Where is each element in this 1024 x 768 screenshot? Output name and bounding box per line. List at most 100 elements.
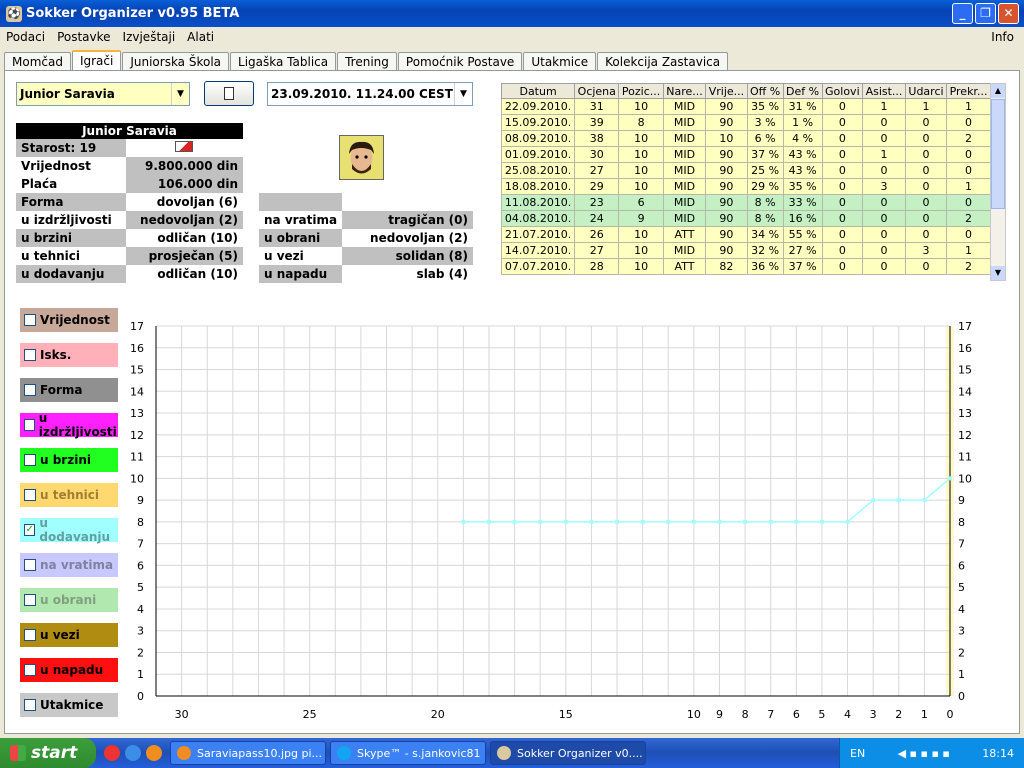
tab-kolekcija-zastavica[interactable]: Kolekcija Zastavica bbox=[597, 52, 729, 71]
ie-icon[interactable] bbox=[125, 745, 141, 761]
column-header[interactable]: Golovi bbox=[821, 83, 864, 99]
table-row[interactable]: 11.08.2010. 23 6 MID 90 8 % 33 % 0 0 0 0 bbox=[500, 194, 991, 211]
y-tick-label-left: 17 bbox=[130, 320, 144, 333]
tray-icons[interactable]: ◀ ▪ ▪ ▪ ▪ bbox=[898, 747, 950, 760]
tab-momcad[interactable]: Momčad bbox=[4, 52, 71, 71]
column-header[interactable]: Pozic... bbox=[618, 83, 664, 99]
table-cell: 04.08.2010. bbox=[500, 210, 576, 227]
close-button[interactable]: ✕ bbox=[998, 3, 1019, 24]
tab-juniorska-skola[interactable]: Juniorska Škola bbox=[122, 52, 230, 71]
skill-value: solidan (8) bbox=[342, 247, 473, 265]
column-header[interactable]: Nare... bbox=[662, 83, 707, 99]
checkbox-icon[interactable] bbox=[24, 664, 36, 676]
legend-toggle[interactable]: Isks. bbox=[20, 343, 118, 367]
legend-toggle[interactable]: na vratima bbox=[20, 553, 118, 577]
column-header[interactable]: Prekr... bbox=[946, 83, 991, 99]
table-row[interactable]: 04.08.2010. 24 9 MID 90 8 % 16 % 0 0 0 2 bbox=[500, 210, 991, 227]
data-point bbox=[896, 498, 901, 503]
y-tick-label-left: 4 bbox=[137, 603, 144, 616]
scroll-up-arrow-icon[interactable]: ▲ bbox=[991, 84, 1005, 98]
checkbox-icon[interactable] bbox=[24, 559, 36, 571]
history-scrollbar[interactable]: ▲ ▼ bbox=[990, 83, 1006, 281]
table-row[interactable]: 08.09.2010. 38 10 MID 10 6 % 4 % 0 0 0 2 bbox=[500, 130, 991, 147]
table-cell: 31 bbox=[574, 98, 620, 115]
player-select-value: Junior Saravia bbox=[20, 87, 115, 101]
column-header[interactable]: Udarci bbox=[904, 83, 948, 99]
checkbox-icon[interactable] bbox=[24, 594, 36, 606]
table-cell: 34 % bbox=[746, 226, 784, 243]
table-row[interactable]: 22.09.2010. 31 10 MID 90 35 % 31 % 0 1 1 1 bbox=[500, 98, 991, 115]
task-skype[interactable]: Skype™ - s.jankovic81 bbox=[330, 741, 486, 765]
y-tick-label-left: 16 bbox=[130, 342, 144, 355]
tab-pomocnik-postave[interactable]: Pomoćnik Postave bbox=[397, 52, 523, 71]
copy-button[interactable] bbox=[204, 81, 254, 106]
legend-toggle[interactable]: u obrani bbox=[20, 588, 118, 612]
table-row[interactable]: 18.08.2010. 29 10 MID 90 29 % 35 % 0 3 0 1 bbox=[500, 178, 991, 195]
data-point bbox=[486, 519, 491, 524]
legend-label: Isks. bbox=[40, 348, 72, 362]
column-header[interactable]: Off % bbox=[746, 83, 784, 99]
legend-toggle[interactable]: u izdržljivosti bbox=[20, 411, 118, 439]
task-firefox[interactable]: Saraviapass10.jpg pi... bbox=[170, 741, 326, 765]
checkbox-icon[interactable] bbox=[24, 454, 36, 466]
start-button[interactable]: start bbox=[0, 738, 96, 768]
legend-toggle[interactable]: Forma bbox=[20, 378, 118, 402]
scroll-thumb[interactable] bbox=[991, 99, 1005, 209]
checkbox-icon[interactable]: ✓ bbox=[24, 524, 36, 536]
minimize-button[interactable]: _ bbox=[952, 3, 973, 24]
column-header[interactable]: Datum bbox=[500, 83, 576, 99]
tab-utakmice[interactable]: Utakmice bbox=[523, 52, 597, 71]
y-tick-label-left: 13 bbox=[130, 407, 144, 420]
checkbox-icon[interactable] bbox=[24, 314, 36, 326]
checkbox-icon[interactable] bbox=[24, 699, 36, 711]
table-cell: 1 % bbox=[782, 114, 823, 131]
column-header[interactable]: Def % bbox=[782, 83, 823, 99]
menu-postavke[interactable]: Postavke bbox=[51, 30, 116, 44]
table-cell: 6 % bbox=[746, 130, 784, 147]
checkbox-icon[interactable] bbox=[24, 629, 36, 641]
legend-toggle[interactable]: ✓ u dodavanju bbox=[20, 516, 118, 544]
menu-podaci[interactable]: Podaci bbox=[0, 30, 51, 44]
menu-bar: Podaci Postavke Izvještaji Alati Info bbox=[0, 27, 1024, 47]
chevron-down-icon[interactable]: ▼ bbox=[171, 83, 189, 105]
tab-trening[interactable]: Trening bbox=[337, 52, 397, 71]
tab-ligaska-tablica[interactable]: Ligaška Tablica bbox=[230, 52, 337, 71]
player-select[interactable]: Junior Saravia ▼ bbox=[16, 82, 190, 106]
menu-info[interactable]: Info bbox=[985, 30, 1020, 44]
table-cell: 27 % bbox=[782, 242, 823, 259]
date-select[interactable]: 23.09.2010. 11.24.00 CEST ▼ bbox=[267, 82, 473, 106]
checkbox-icon[interactable] bbox=[24, 349, 36, 361]
checkbox-icon[interactable] bbox=[24, 419, 35, 431]
firefox-icon[interactable] bbox=[146, 745, 162, 761]
chrome-icon[interactable] bbox=[104, 745, 120, 761]
checkbox-icon[interactable] bbox=[24, 384, 36, 396]
legend-label: Vrijednost bbox=[40, 313, 110, 327]
menu-izvjestaji[interactable]: Izvještaji bbox=[117, 30, 182, 44]
scroll-down-arrow-icon[interactable]: ▼ bbox=[991, 266, 1005, 280]
legend-toggle[interactable]: u tehnici bbox=[20, 483, 118, 507]
legend-toggle[interactable]: u vezi bbox=[20, 623, 118, 647]
column-header[interactable]: Vrije... bbox=[705, 83, 748, 99]
table-cell: 0 bbox=[821, 114, 864, 131]
legend-toggle[interactable]: Utakmice bbox=[20, 693, 118, 717]
maximize-button[interactable]: ❐ bbox=[975, 3, 996, 24]
legend-toggle[interactable]: Vrijednost bbox=[20, 308, 118, 332]
language-indicator[interactable]: EN bbox=[850, 747, 865, 760]
table-row[interactable]: 01.09.2010. 30 10 MID 90 37 % 43 % 0 1 0 0 bbox=[500, 146, 991, 163]
tab-igraci[interactable]: Igrači bbox=[71, 50, 122, 71]
clipboard-icon bbox=[224, 87, 234, 100]
legend-toggle[interactable]: u brzini bbox=[20, 448, 118, 472]
table-row[interactable]: 15.09.2010. 39 8 MID 90 3 % 1 % 0 0 0 0 bbox=[500, 114, 991, 131]
chevron-down-icon[interactable]: ▼ bbox=[454, 83, 472, 105]
column-header[interactable]: Asist... bbox=[862, 83, 906, 99]
legend-toggle[interactable]: u napadu bbox=[20, 658, 118, 682]
table-row[interactable]: 14.07.2010. 27 10 MID 90 32 % 27 % 0 0 3 1 bbox=[500, 242, 991, 259]
table-cell: 0 bbox=[862, 130, 906, 147]
column-header[interactable]: Ocjena bbox=[574, 83, 620, 99]
table-row[interactable]: 25.08.2010. 27 10 MID 90 25 % 43 % 0 0 0 0 bbox=[500, 162, 991, 179]
table-row[interactable]: 07.07.2010. 28 10 ATT 82 36 % 37 % 0 0 0 2 bbox=[500, 258, 991, 275]
table-row[interactable]: 21.07.2010. 26 10 ATT 90 34 % 55 % 0 0 0 0 bbox=[500, 226, 991, 243]
checkbox-icon[interactable] bbox=[24, 489, 36, 501]
task-sokker-organizer[interactable]: Sokker Organizer v0.... bbox=[490, 741, 646, 765]
menu-alati[interactable]: Alati bbox=[181, 30, 220, 44]
